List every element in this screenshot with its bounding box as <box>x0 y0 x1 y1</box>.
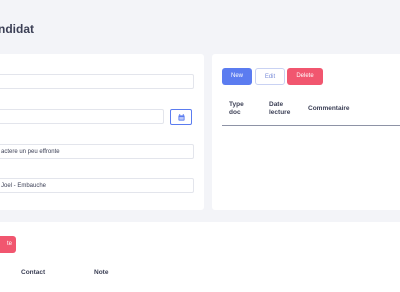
column-header-contact: Contact <box>21 269 46 276</box>
form-field-1[interactable] <box>0 74 194 89</box>
new-button[interactable]: New <box>222 68 252 85</box>
documents-card: New Edit Delete Type doc Date lecture Co… <box>212 54 400 210</box>
candidate-form-card: actere un peu effronte Joel - Embauche <box>0 54 204 210</box>
table-header-divider <box>222 125 400 126</box>
column-header-note: Note <box>94 269 109 276</box>
column-header-date-lecture: Date lecture <box>269 101 291 116</box>
column-header-type-doc: Type doc <box>229 101 244 116</box>
edit-button[interactable]: Edit <box>255 68 285 85</box>
delete-contact-button[interactable]: te <box>0 236 16 253</box>
form-field-4[interactable]: Joel - Embauche <box>0 178 194 193</box>
page-title: ndidat <box>0 22 34 36</box>
contacts-card: te Contact Note <box>0 222 400 292</box>
form-field-3[interactable]: actere un peu effronte <box>0 144 194 159</box>
calendar-icon <box>177 113 185 121</box>
form-field-2[interactable] <box>0 109 164 124</box>
column-header-commentaire: Commentaire <box>308 105 350 112</box>
calendar-button[interactable] <box>170 109 192 125</box>
delete-button[interactable]: Delete <box>287 68 323 85</box>
